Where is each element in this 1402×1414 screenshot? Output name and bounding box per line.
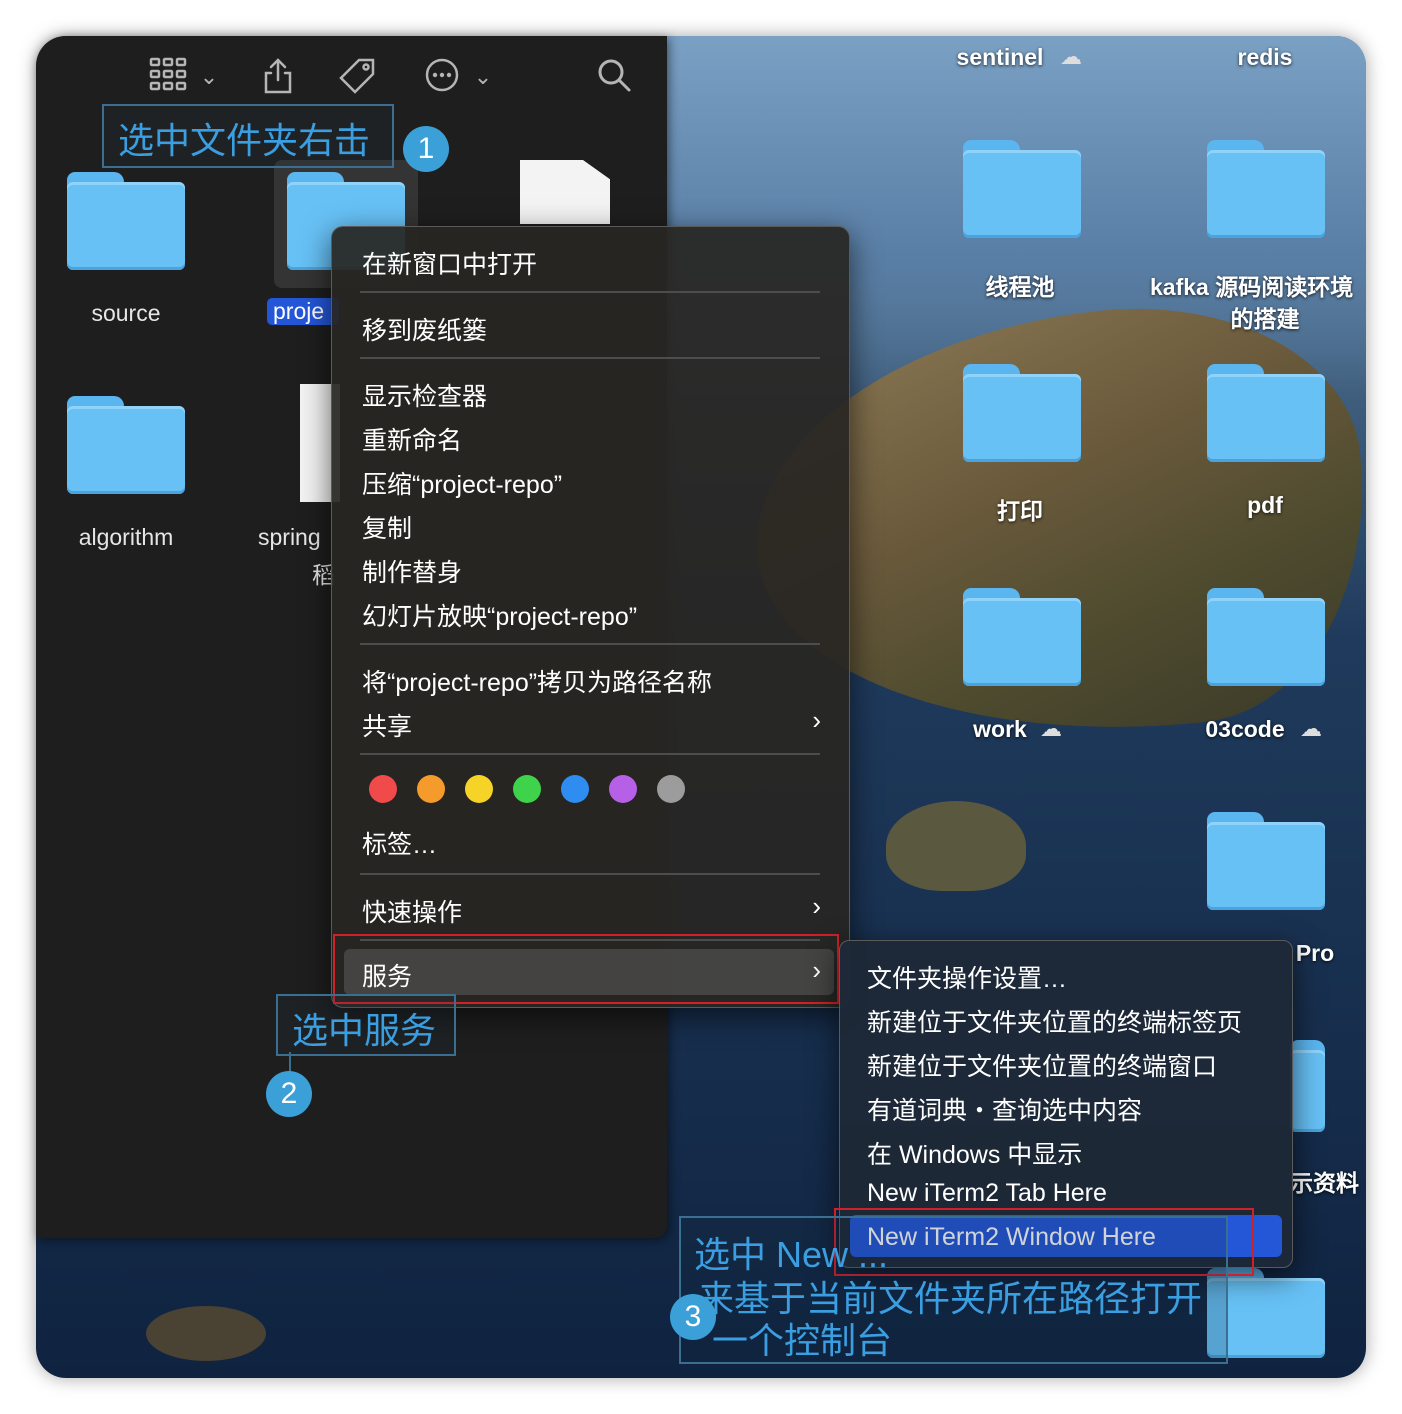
menu-separator [360, 753, 820, 755]
tag-color-orange[interactable] [417, 775, 445, 803]
search-icon[interactable] [594, 56, 634, 100]
step-badge: 2 [266, 1071, 312, 1117]
cloud-icon: ☁ [1300, 716, 1322, 741]
connector-line [289, 1052, 291, 1072]
menu-item-open-new-window[interactable]: 在新窗口中打开 [362, 245, 537, 281]
folder-icon[interactable] [1207, 588, 1325, 686]
submenu-item[interactable]: 新建位于文件夹位置的终端标签页 [867, 1003, 1242, 1039]
annotation-text: 一个控制台 [712, 1320, 893, 1361]
tag-color-purple[interactable] [609, 775, 637, 803]
menu-separator [360, 643, 820, 645]
desktop-item-label: kafka 源码阅读环境 [1150, 274, 1354, 300]
submenu-item[interactable]: 新建位于文件夹位置的终端窗口 [867, 1047, 1217, 1083]
menu-item-rename[interactable]: 重新命名 [362, 421, 462, 457]
desktop-item-label: redis [1237, 44, 1293, 70]
chevron-right-icon: › [812, 705, 821, 735]
desktop-item-label: 03code [1205, 716, 1285, 742]
finder-item-label-selected[interactable]: proje [267, 298, 339, 325]
submenu-item[interactable]: 在 Windows 中显示 [867, 1135, 1082, 1171]
chevron-down-icon[interactable]: ⌄ [196, 60, 222, 94]
desktop-item-label: Pro [1295, 940, 1335, 966]
small-rock [146, 1306, 266, 1361]
more-icon[interactable] [422, 56, 462, 100]
step-badge: 1 [403, 126, 449, 172]
document-icon[interactable] [520, 160, 610, 224]
folder-icon[interactable] [1207, 364, 1325, 462]
grid-view-icon[interactable] [146, 56, 190, 98]
submenu-item[interactable]: 文件夹操作设置… [867, 959, 1067, 995]
cloud-icon: ☁ [1060, 44, 1082, 69]
cloud-icon: ☁ [1040, 716, 1062, 741]
folder-icon[interactable] [963, 588, 1081, 686]
menu-separator [360, 291, 820, 293]
folder-icon[interactable] [67, 172, 185, 270]
tag-icon[interactable] [336, 56, 378, 102]
menu-item-share[interactable]: 共享 [362, 707, 412, 743]
menu-item-compress[interactable]: 压缩“project-repo” [362, 465, 562, 501]
context-menu: 在新窗口中打开 移到废纸篓 显示检查器 重新命名 压缩“project-repo… [331, 226, 850, 1008]
menu-separator [360, 873, 820, 875]
menu-item-make-alias[interactable]: 制作替身 [362, 553, 462, 589]
step-badge: 3 [670, 1294, 716, 1340]
desktop-item-label: 线程池 [985, 274, 1055, 300]
folder-icon[interactable] [1207, 140, 1325, 238]
annotation-text: 选中文件夹右击 [118, 120, 371, 161]
tag-color-red[interactable] [369, 775, 397, 803]
menu-item-move-to-trash[interactable]: 移到废纸篓 [362, 311, 487, 347]
finder-item-label: source [91, 300, 161, 326]
menu-item-tags[interactable]: 标签… [362, 825, 437, 861]
submenu-item[interactable]: 有道词典・查询选中内容 [867, 1091, 1142, 1127]
chevron-down-icon[interactable]: ⌄ [470, 60, 496, 94]
tag-color-yellow[interactable] [465, 775, 493, 803]
menu-item-duplicate[interactable]: 复制 [362, 509, 412, 545]
menu-item-copy-path[interactable]: 将“project-repo”拷贝为路径名称 [362, 663, 712, 699]
tag-color-green[interactable] [513, 775, 541, 803]
folder-icon[interactable] [1207, 812, 1325, 910]
island-rock [886, 801, 1026, 891]
share-icon[interactable] [258, 56, 298, 102]
desktop-item-label: 的搭建 [1230, 306, 1300, 332]
tag-color-blue[interactable] [561, 775, 589, 803]
desktop-item-label: sentinel [956, 44, 1044, 70]
chevron-right-icon: › [812, 891, 821, 921]
finder-item-label: algorithm [78, 524, 174, 550]
folder-icon[interactable] [963, 364, 1081, 462]
submenu-item[interactable]: New iTerm2 Tab Here [867, 1179, 1107, 1208]
menu-item-get-info[interactable]: 显示检查器 [362, 377, 487, 413]
desktop-item-label: pdf [1247, 492, 1283, 518]
desktop-item-label: 示资料 [1290, 1170, 1359, 1196]
folder-icon[interactable] [963, 140, 1081, 238]
menu-item-quick-actions[interactable]: 快速操作 [362, 893, 462, 929]
desktop-item-label: work [973, 716, 1027, 742]
finder-item-label: spring [258, 524, 321, 550]
folder-icon[interactable] [67, 396, 185, 494]
menu-separator [360, 357, 820, 359]
menu-item-slideshow[interactable]: 幻灯片放映“project-repo” [362, 597, 637, 633]
tag-color-gray[interactable] [657, 775, 685, 803]
desktop-item-label: 打印 [997, 498, 1043, 524]
annotation-text: 选中服务 [292, 1010, 437, 1051]
folder-icon[interactable] [1290, 1040, 1325, 1132]
